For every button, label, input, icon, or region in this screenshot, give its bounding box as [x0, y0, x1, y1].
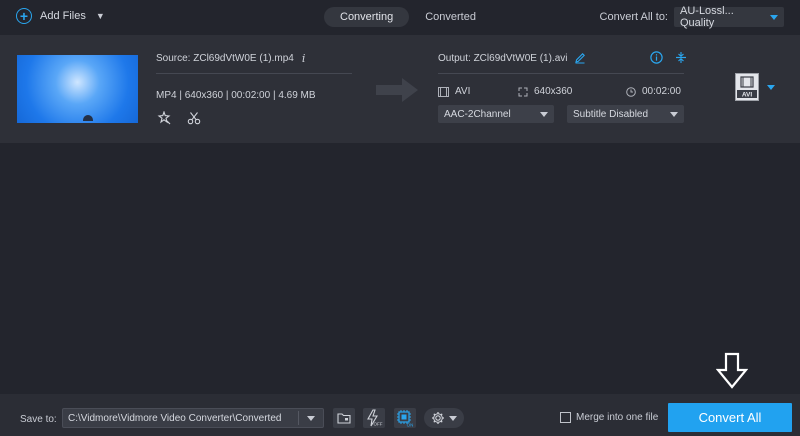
tab-converted[interactable]: Converted [409, 7, 492, 27]
avi-format-badge-label: AVI [742, 92, 753, 99]
source-meta: MP4 | 640x360 | 00:02:00 | 4.69 MB [156, 90, 316, 101]
chevron-down-icon [770, 14, 778, 20]
output-duration: 00:02:00 [642, 86, 681, 97]
chevron-down-icon[interactable] [307, 416, 315, 421]
info-circle-icon[interactable] [650, 51, 663, 64]
tab-bar: Converting Converted [324, 7, 492, 27]
output-actions [650, 51, 687, 64]
edit-icon[interactable] [574, 52, 586, 64]
merge-option[interactable]: Merge into one file [560, 412, 658, 423]
hardware-acceleration-button[interactable]: OFF [363, 408, 385, 428]
arrow-right-icon [376, 78, 418, 102]
subtitle-value: Subtitle Disabled [573, 108, 649, 120]
scissors-icon[interactable] [187, 111, 201, 125]
merge-label: Merge into one file [576, 412, 659, 423]
compress-icon[interactable] [675, 51, 687, 64]
clock-icon [626, 86, 636, 97]
convert-all-to-label: Convert All to: [599, 11, 668, 23]
video-thumbnail[interactable] [17, 55, 138, 123]
tab-converting[interactable]: Converting [324, 7, 410, 27]
output-resolution: 640x360 [534, 86, 573, 97]
output-specs: AVI 640x360 00:02:00 [438, 86, 684, 100]
spec-format: AVI [438, 86, 470, 97]
save-to-label: Save to: [20, 414, 57, 425]
arrow-down-icon [716, 352, 748, 389]
file-item: Source: ZCl69dVtW0E (1).mp4 i MP4 | 640x… [0, 35, 800, 143]
edit-tools [157, 111, 201, 125]
subtitle-select[interactable]: Subtitle Disabled [567, 105, 684, 123]
source-filename: Source: ZCl69dVtW0E (1).mp4 [156, 53, 294, 64]
divider [438, 73, 684, 74]
lightning-off-icon: OFF [367, 409, 383, 427]
spec-resolution: 640x360 [518, 86, 572, 97]
chevron-down-icon [449, 415, 457, 421]
chevron-down-icon[interactable] [767, 85, 775, 90]
convert-all-format-select[interactable]: AU-Lossl... Quality [674, 5, 784, 29]
merge-checkbox[interactable] [560, 412, 571, 423]
magic-wand-icon[interactable] [157, 111, 171, 125]
save-path-value: C:\Vidmore\Vidmore Video Converter\Conve… [68, 412, 282, 424]
add-files-label: Add Files [40, 10, 86, 22]
divider [298, 411, 299, 425]
gpu-status-label: ON [407, 423, 414, 428]
bottom-bar: Save to: C:\Vidmore\Vidmore Video Conver… [0, 394, 800, 436]
open-folder-button[interactable] [333, 408, 355, 428]
folder-icon [337, 413, 351, 424]
add-icon: + [16, 8, 32, 24]
gear-icon [432, 412, 444, 424]
convert-all-button[interactable]: Convert All [668, 403, 792, 432]
avi-format-icon[interactable]: AVI [735, 73, 759, 101]
convert-all-format-value: AU-Lossl... Quality [680, 5, 734, 29]
source-info: Source: ZCl69dVtW0E (1).mp4 i [156, 52, 305, 65]
gpu-acceleration-button[interactable]: ON [394, 408, 416, 428]
output-info: Output: ZCl69dVtW0E (1).avi [438, 52, 586, 64]
top-toolbar: + Add Files ▼ Converting Converted Conve… [0, 0, 800, 35]
output-filename: Output: ZCl69dVtW0E (1).avi [438, 52, 568, 64]
chevron-down-icon[interactable]: ▼ [96, 11, 105, 21]
acceleration-status-label: OFF [374, 422, 383, 427]
chevron-down-icon [540, 111, 548, 117]
convert-all-to: Convert All to: AU-Lossl... Quality [599, 5, 784, 29]
spec-duration: 00:02:00 [626, 86, 681, 97]
resize-icon [518, 87, 528, 96]
divider [156, 73, 352, 74]
chevron-down-icon [670, 111, 678, 117]
audio-track-value: AAC-2Channel [444, 108, 511, 120]
settings-button[interactable] [424, 408, 464, 428]
add-files-button[interactable]: + Add Files ▼ [16, 8, 105, 24]
gpu-on-icon: ON [397, 410, 414, 428]
info-icon[interactable]: i [302, 52, 306, 65]
save-path-field[interactable]: C:\Vidmore\Vidmore Video Converter\Conve… [62, 408, 324, 428]
output-format: AVI [455, 86, 471, 97]
thumbnail-mark [83, 115, 93, 121]
audio-track-select[interactable]: AAC-2Channel [438, 105, 554, 123]
film-icon [438, 86, 449, 97]
